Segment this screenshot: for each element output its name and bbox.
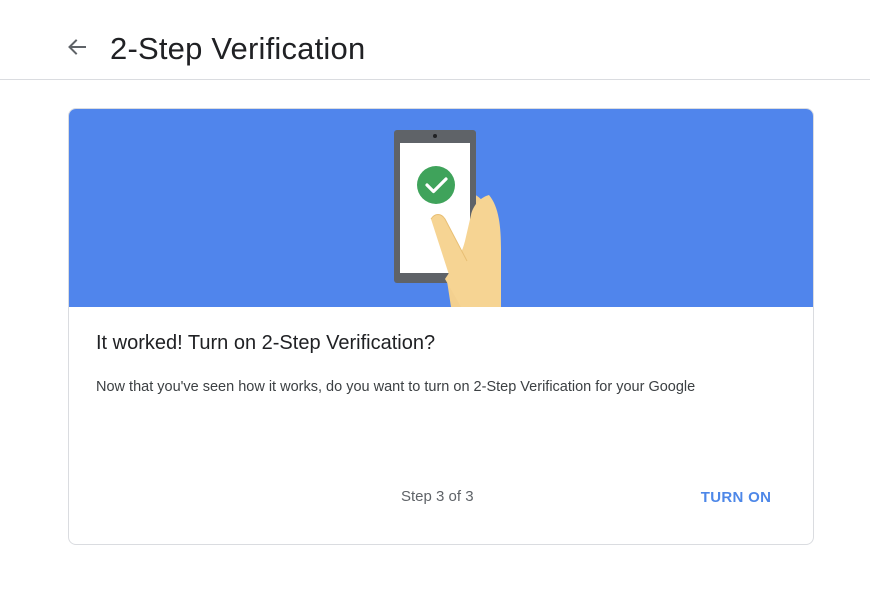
banner-illustration [69,109,813,307]
card-heading: It worked! Turn on 2-Step Verification? [96,332,436,354]
back-button[interactable] [62,34,92,64]
step-indicator: Step 3 of 3 [401,488,474,505]
arrow-back-icon [67,37,87,62]
verification-card: It worked! Turn on 2-Step Verification? … [68,108,814,545]
page-header: 2-Step Verification [0,0,870,80]
phone-check-icon [394,130,501,307]
page-title: 2-Step Verification [110,31,366,66]
card-description: Now that you've seen how it works, do yo… [96,379,696,395]
turn-on-button[interactable]: TURN ON [689,479,783,515]
